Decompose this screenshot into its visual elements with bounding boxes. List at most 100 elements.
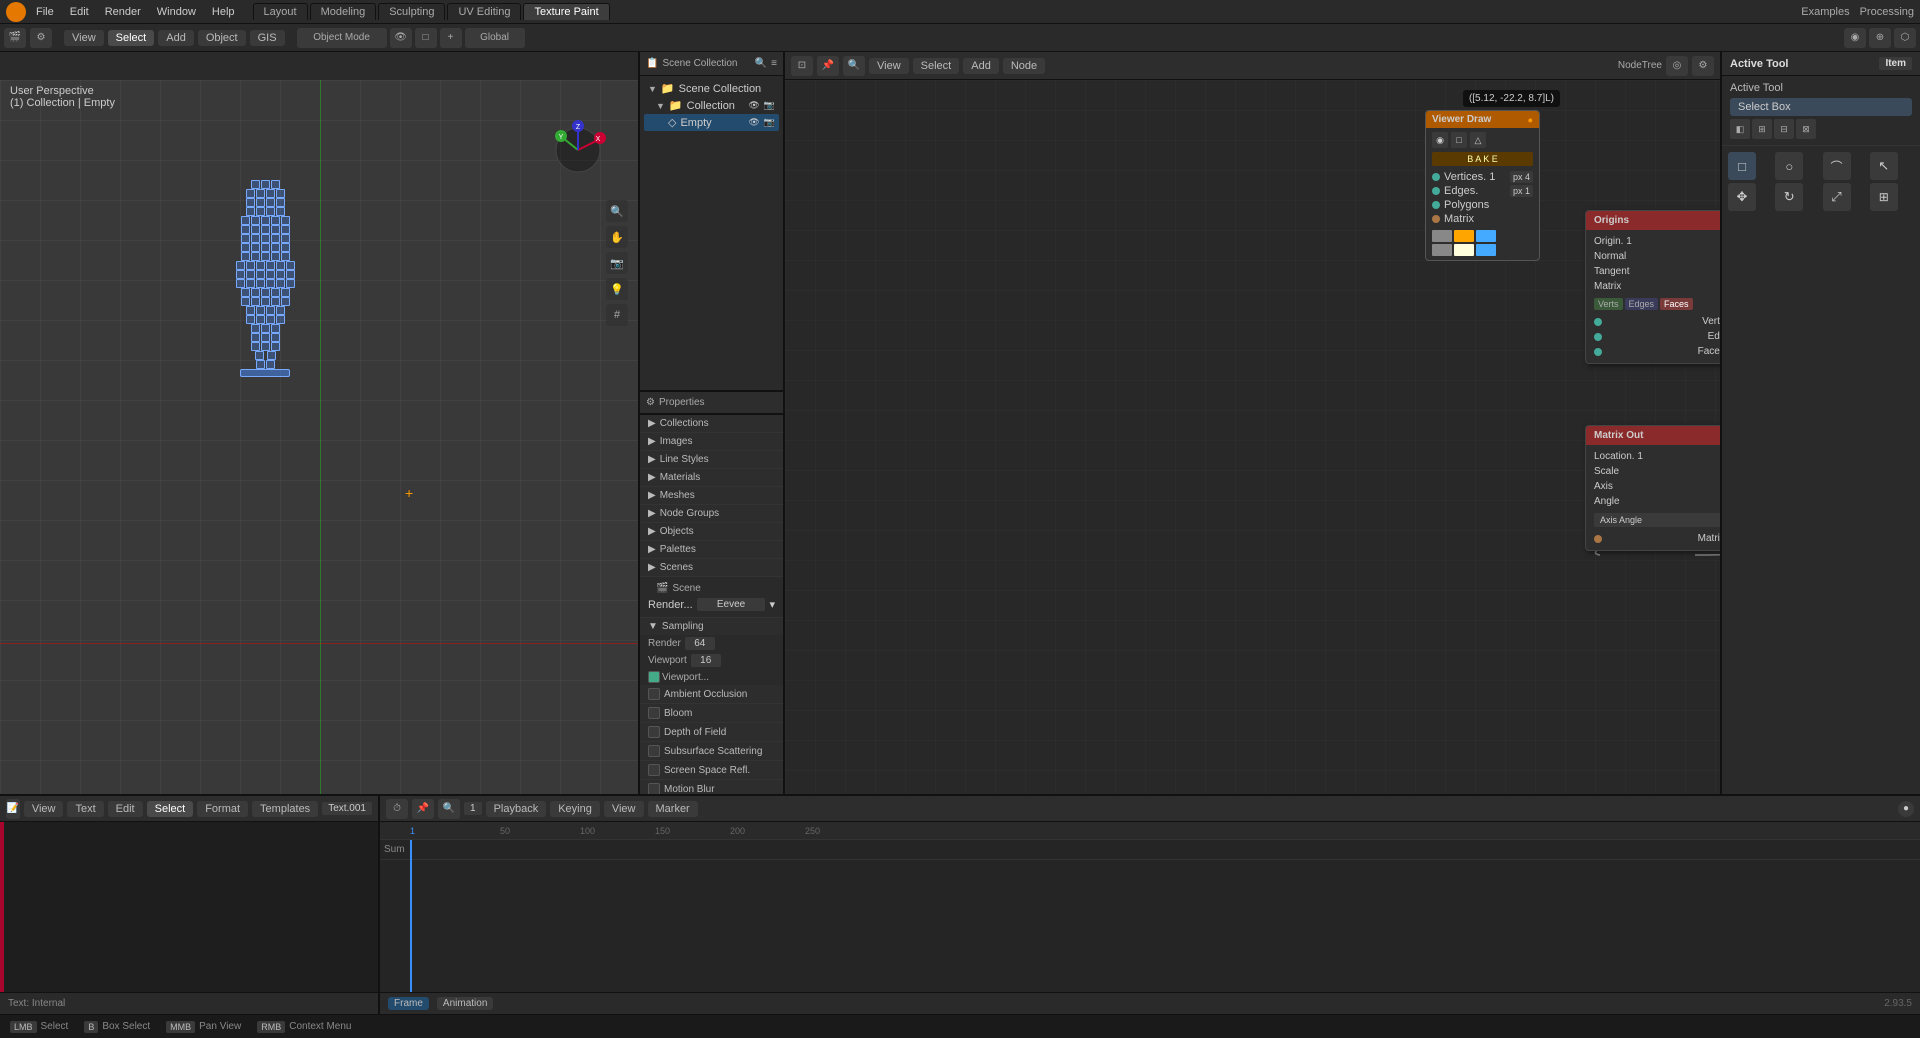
pan-btn[interactable]: ✋ <box>606 226 628 248</box>
effect-header-3[interactable]: Subsurface Scattering <box>640 742 783 760</box>
outliner-search-icon[interactable]: 🔍 <box>755 58 767 69</box>
node-search-btn[interactable]: 🔍 <box>843 56 865 76</box>
verts-tab[interactable]: Verts <box>1594 298 1623 310</box>
outliner-empty[interactable]: ◇ Empty 👁 📷 <box>644 114 779 131</box>
effect-header-5[interactable]: Motion Blur <box>640 780 783 794</box>
node-settings-btn[interactable]: ⚙ <box>1692 56 1714 76</box>
matrix-out-node[interactable]: Matrix Out ⊡ Location. 1 Scale <box>1585 425 1720 551</box>
effect-header-1[interactable]: Bloom <box>640 704 783 722</box>
viewport-samples-val[interactable]: 16 <box>691 654 721 667</box>
text-templates-btn[interactable]: Templates <box>252 801 318 817</box>
color-swatch-1[interactable] <box>1432 230 1452 242</box>
menu-render[interactable]: Render <box>99 4 147 20</box>
palettes-header[interactable]: ▶ Palettes <box>640 541 783 558</box>
menu-file[interactable]: File <box>30 4 60 20</box>
empty-visibility[interactable]: 👁 <box>748 117 759 128</box>
text-editor-type-btn[interactable]: 📝 <box>6 799 20 819</box>
select-box-icon[interactable]: □ <box>1728 152 1756 180</box>
text-file-select[interactable]: Text.001 <box>322 802 372 815</box>
menu-gis-viewport[interactable]: GIS <box>250 30 285 46</box>
materials-header[interactable]: ▶ Materials <box>640 469 783 486</box>
workspace-texture-paint[interactable]: Texture Paint <box>523 3 609 20</box>
global-btn[interactable]: Global <box>465 28 525 48</box>
timeline-pin-btn[interactable]: 📌 <box>412 799 434 819</box>
vd-polygons-socket[interactable] <box>1432 201 1440 209</box>
color-swatch-4[interactable] <box>1432 244 1452 256</box>
empty-render[interactable]: 📷 <box>764 117 775 128</box>
axes-widget[interactable]: X Y Z <box>548 120 608 180</box>
node-canvas[interactable]: Origins ⊡ Origin. 1 Normal Ta <box>785 80 1720 794</box>
line-styles-header[interactable]: ▶ Line Styles <box>640 451 783 468</box>
effect-header-2[interactable]: Depth of Field <box>640 723 783 741</box>
menu-add-viewport[interactable]: Add <box>158 30 194 46</box>
faces-tab[interactable]: Faces <box>1660 298 1693 310</box>
color-swatch-3[interactable] <box>1476 230 1496 242</box>
viewer-draw-node[interactable]: Viewer Draw ● ◉ □ △ B A K E <box>1425 110 1540 261</box>
scenes-header[interactable]: ▶ Scenes <box>640 559 783 576</box>
renderer-select[interactable]: Eevee <box>697 598 766 611</box>
node-select-btn[interactable]: Select <box>913 58 960 74</box>
text-edit-btn[interactable]: Edit <box>108 801 143 817</box>
matrix-dropdown[interactable]: Axis Angle <box>1594 513 1720 527</box>
tl-record-btn[interactable]: ● <box>1898 801 1914 817</box>
color-swatch-6[interactable] <box>1476 244 1496 256</box>
effect-check-5[interactable] <box>648 783 660 794</box>
view-btn[interactable]: 👁 <box>390 28 412 48</box>
shading-btn[interactable]: ⬡ <box>1894 28 1916 48</box>
workspace-sculpting[interactable]: Sculpting <box>378 3 445 20</box>
effect-header-4[interactable]: Screen Space Refl. <box>640 761 783 779</box>
vd-icon3[interactable]: △ <box>1470 132 1486 148</box>
visibility-icon[interactable]: 👁 <box>748 100 759 111</box>
menu-select-viewport[interactable]: Select <box>108 30 155 46</box>
effect-check-3[interactable] <box>648 745 660 757</box>
vd-vertices-px[interactable]: px 4 <box>1510 171 1533 183</box>
node-groups-header[interactable]: ▶ Node Groups <box>640 505 783 522</box>
menu-window[interactable]: Window <box>151 4 202 20</box>
viewport-denoising-check[interactable]: Viewport... <box>648 671 709 683</box>
animation-tab[interactable]: Animation <box>437 997 493 1010</box>
text-text-btn[interactable]: Text <box>67 801 103 817</box>
node-node-btn[interactable]: Node <box>1003 58 1045 74</box>
timeline-search-btn[interactable]: 🔍 <box>438 799 460 819</box>
select-type-btn[interactable]: □ <box>415 28 437 48</box>
outliner-filter-icon[interactable]: ≡ <box>771 58 777 69</box>
effect-check-0[interactable] <box>648 688 660 700</box>
objects-header[interactable]: ▶ Objects <box>640 523 783 540</box>
tool-icon-4[interactable]: ⊠ <box>1796 119 1816 139</box>
menu-object-viewport[interactable]: Object <box>198 30 246 46</box>
node-overlay-btn[interactable]: ◎ <box>1666 56 1688 76</box>
bake-btn[interactable]: B A K E <box>1432 152 1533 166</box>
light-btn[interactable]: 💡 <box>606 278 628 300</box>
viewport-3d[interactable]: + User Perspective (1) Collection | Empt… <box>0 80 638 794</box>
vd-edges-px[interactable]: px 1 <box>1510 185 1533 197</box>
node-editor-type[interactable]: ⊡ <box>791 56 813 76</box>
edges-tab[interactable]: Edges <box>1625 298 1659 310</box>
select-circle-icon[interactable]: ○ <box>1775 152 1803 180</box>
tl-keying-btn[interactable]: Keying <box>550 801 600 817</box>
vd-vertices-socket[interactable] <box>1432 173 1440 181</box>
timeline-content[interactable]: Sum <box>380 840 1920 992</box>
tl-marker-btn[interactable]: Marker <box>648 801 698 817</box>
render-icon[interactable]: 📷 <box>764 100 775 111</box>
origins-faces-in-socket[interactable] <box>1594 348 1602 356</box>
vd-edges-socket[interactable] <box>1432 187 1440 195</box>
workspace-modeling[interactable]: Modeling <box>310 3 377 20</box>
effect-header-0[interactable]: Ambient Occlusion <box>640 685 783 703</box>
frame-tab[interactable]: Frame <box>388 997 429 1010</box>
vd-icon1[interactable]: ◉ <box>1432 132 1448 148</box>
current-frame-display[interactable]: 1 <box>464 802 482 815</box>
rotate-icon[interactable]: ↻ <box>1775 183 1803 211</box>
node-editor[interactable]: ⊡ 📌 🔍 View Select Add Node NodeTree ◎ ⚙ <box>785 52 1720 794</box>
transform-icon[interactable]: ⊞ <box>1870 183 1898 211</box>
move-icon[interactable]: ✥ <box>1728 183 1756 211</box>
vd-icon2[interactable]: □ <box>1451 132 1467 148</box>
workspace-uv-editing[interactable]: UV Editing <box>447 3 521 20</box>
render-samples-val[interactable]: 64 <box>685 637 715 650</box>
outliner-collection[interactable]: ▼ 📁 Collection 👁 📷 <box>644 97 779 114</box>
overlay-btn[interactable]: ◉ <box>1844 28 1866 48</box>
node-add-btn[interactable]: Add <box>963 58 999 74</box>
effect-check-4[interactable] <box>648 764 660 776</box>
menu-help[interactable]: Help <box>206 4 241 20</box>
collections-header[interactable]: ▶ Collections <box>640 415 783 432</box>
menu-edit[interactable]: Edit <box>64 4 95 20</box>
